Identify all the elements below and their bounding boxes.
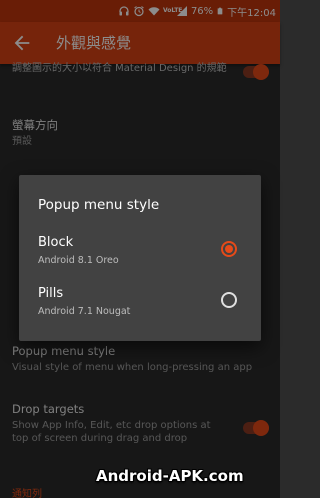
radio-button[interactable]: [221, 292, 237, 308]
popup-menu-style-dialog: Popup menu style Block Android 8.1 Oreo …: [19, 175, 261, 341]
option-block[interactable]: Block Android 8.1 Oreo: [19, 235, 261, 283]
option-label: Pills: [38, 286, 64, 301]
option-label: Block: [38, 235, 74, 250]
option-sublabel: Android 8.1 Oreo: [38, 255, 119, 266]
option-pills[interactable]: Pills Android 7.1 Nougat: [19, 286, 261, 334]
dialog-title: Popup menu style: [38, 197, 160, 213]
watermark: Android-APK.com: [96, 467, 244, 485]
radio-button-selected[interactable]: [221, 241, 237, 257]
option-sublabel: Android 7.1 Nougat: [38, 306, 131, 317]
